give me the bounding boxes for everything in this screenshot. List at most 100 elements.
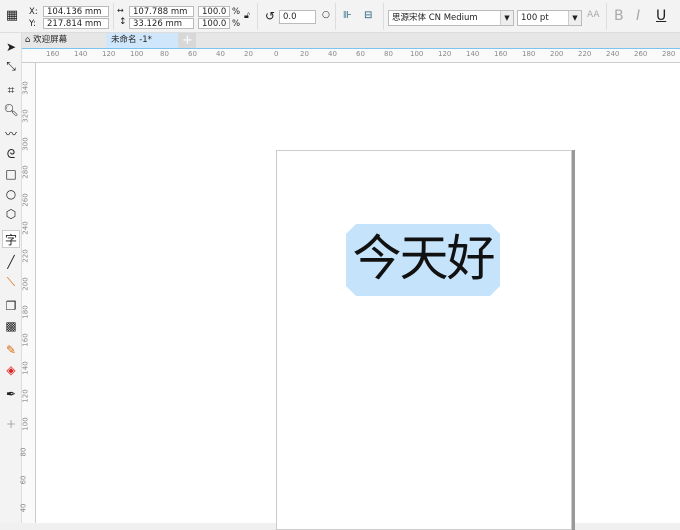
tab-untitled[interactable]: 未命名 -1* [106,33,178,48]
ruler-tick-label: 80 [160,50,169,58]
text-tool-icon[interactable]: 字 [2,230,20,248]
home-icon: ⌂ [25,35,34,45]
ruler-tick-label: 20 [300,50,309,58]
chevron-down-icon[interactable]: ▼ [500,11,513,25]
document-page[interactable] [276,150,572,530]
artistic-text[interactable]: 今天好 [346,226,500,292]
add-tab-button[interactable]: + [178,33,196,48]
chevron-down-icon[interactable]: ▼ [568,11,581,25]
font-family-value: 思源宋体 CN Medium [392,13,478,23]
y-label: Y: [29,19,36,29]
dimension-tool-icon[interactable]: ╱ [2,253,20,271]
divider [257,3,258,30]
ruler-tick-label: 180 [522,50,536,58]
document-tabs: ⌂ 欢迎屏幕 未命名 -1* + [20,33,680,48]
ruler-tick-label: 260 [634,50,648,58]
ruler-tick-label: 280 [21,165,30,179]
font-scale-icon[interactable]: AA [587,10,600,20]
smart-fill-pen-icon[interactable]: ✒ [2,385,20,403]
ruler-tick-label: 100 [410,50,424,58]
connector-tool-icon[interactable]: ⟍ [2,273,20,291]
scale-x-field[interactable]: 100.0 [198,6,230,17]
freehand-tool-icon[interactable]: 〰 [2,125,20,143]
ruler-tick-label: 240 [21,221,30,235]
divider [335,3,336,30]
font-family-select[interactable]: 思源宋体 CN Medium ▼ [388,10,514,26]
ruler-tick-label: 280 [662,50,676,58]
ruler-tick-label: 40 [19,503,28,513]
polygon-tool-icon[interactable]: ⬡ [2,205,20,223]
degree-icon: ○ [322,10,330,20]
divider [606,3,607,30]
vertical-ruler[interactable]: 340 320 300 280 260 240 220 200 180 160 140 120 100 8… [19,63,36,523]
bold-button[interactable]: B [614,8,624,24]
ruler-tick-label: 160 [494,50,508,58]
ruler-tick-label: 160 [46,50,60,58]
ruler-tick-label: 60 [188,50,197,58]
ruler-tick-label: 120 [21,389,30,403]
mirror-horizontal-icon[interactable]: ⊪ [343,10,352,21]
ruler-tick-label: 340 [21,81,30,95]
font-size-value: 100 pt [521,13,549,23]
width-field[interactable]: 107.788 mm [129,6,194,17]
shape-tool-icon[interactable]: ⤡ [2,57,20,75]
percent-label: % [232,7,241,17]
zoom-tool-icon[interactable]: 🔍︎ [2,101,20,119]
ruler-tick-label: 200 [21,277,30,291]
y-position-field[interactable]: 217.814 mm [43,18,109,29]
ruler-tick-label: 100 [21,417,30,431]
ruler-tick-label: 100 [130,50,144,58]
tab-label: 欢迎屏幕 [33,35,68,45]
width-icon: ↔ [117,6,124,15]
ruler-tick-label: 220 [578,50,592,58]
ruler-tick-label: 140 [466,50,480,58]
divider [113,3,114,30]
property-bar: ▦ X: Y: 104.136 mm 217.814 mm ↔ ↕ 107.78… [0,0,680,33]
transparency-tool-icon[interactable]: ▩ [2,317,20,335]
horizontal-ruler[interactable]: 160 140 120 100 80 60 40 20 0 20 40 60 80 100 120 140 16… [22,48,680,63]
tab-label: 未命名 -1* [111,35,152,45]
underline-button[interactable]: U [656,8,666,24]
eyedropper-tool-icon[interactable]: ✎ [2,341,20,359]
ruler-tick-label: 80 [384,50,393,58]
ruler-tick-label: 120 [102,50,116,58]
ruler-tick-label: 60 [356,50,365,58]
lock-ratio-icon[interactable]: 🔓︎ [244,11,250,21]
crop-tool-icon[interactable]: ⌗ [2,81,20,99]
rectangle-tool-icon[interactable]: □ [2,165,20,183]
font-size-select[interactable]: 100 pt ▼ [517,10,582,26]
ruler-tick-label: 40 [216,50,225,58]
ruler-tick-label: 40 [328,50,337,58]
mirror-vertical-icon[interactable]: ⊟ [364,10,372,21]
ruler-tick-label: 0 [274,50,279,58]
rotation-field[interactable]: 0.0 [279,10,316,24]
ruler-tick-label: 320 [21,109,30,123]
ruler-tick-label: 220 [21,249,30,263]
bezier-tool-icon[interactable]: ᘓ [2,145,20,163]
pick-tool-icon[interactable]: ➤ [2,38,20,56]
ruler-tick-label: 300 [21,137,30,151]
ruler-tick-label: 140 [74,50,88,58]
divider [383,3,384,30]
ruler-tick-label: 240 [606,50,620,58]
fill-tool-icon[interactable]: ◈ [2,361,20,379]
ruler-tick-label: 20 [244,50,253,58]
percent-label: % [232,19,241,29]
ellipse-tool-icon[interactable]: ○ [2,185,20,203]
drop-shadow-tool-icon[interactable]: ❐ [2,297,20,315]
height-icon: ↕ [119,17,127,27]
ruler-tick-label: 140 [21,361,30,375]
x-position-field[interactable]: 104.136 mm [43,6,109,17]
ruler-tick-label: 120 [438,50,452,58]
rotate-icon: ↺ [265,9,276,23]
x-label: X: [29,7,38,17]
reference-point-icon[interactable]: ▦ [4,7,20,25]
height-field[interactable]: 33.126 mm [129,18,194,29]
ruler-tick-label: 60 [19,475,28,485]
tab-welcome[interactable]: ⌂ 欢迎屏幕 [20,33,106,48]
italic-button[interactable]: I [636,8,640,24]
ruler-tick-label: 160 [21,333,30,347]
ruler-tick-label: 180 [21,305,30,319]
scale-y-field[interactable]: 100.0 [198,18,230,29]
add-tool-icon[interactable]: + [2,415,20,433]
